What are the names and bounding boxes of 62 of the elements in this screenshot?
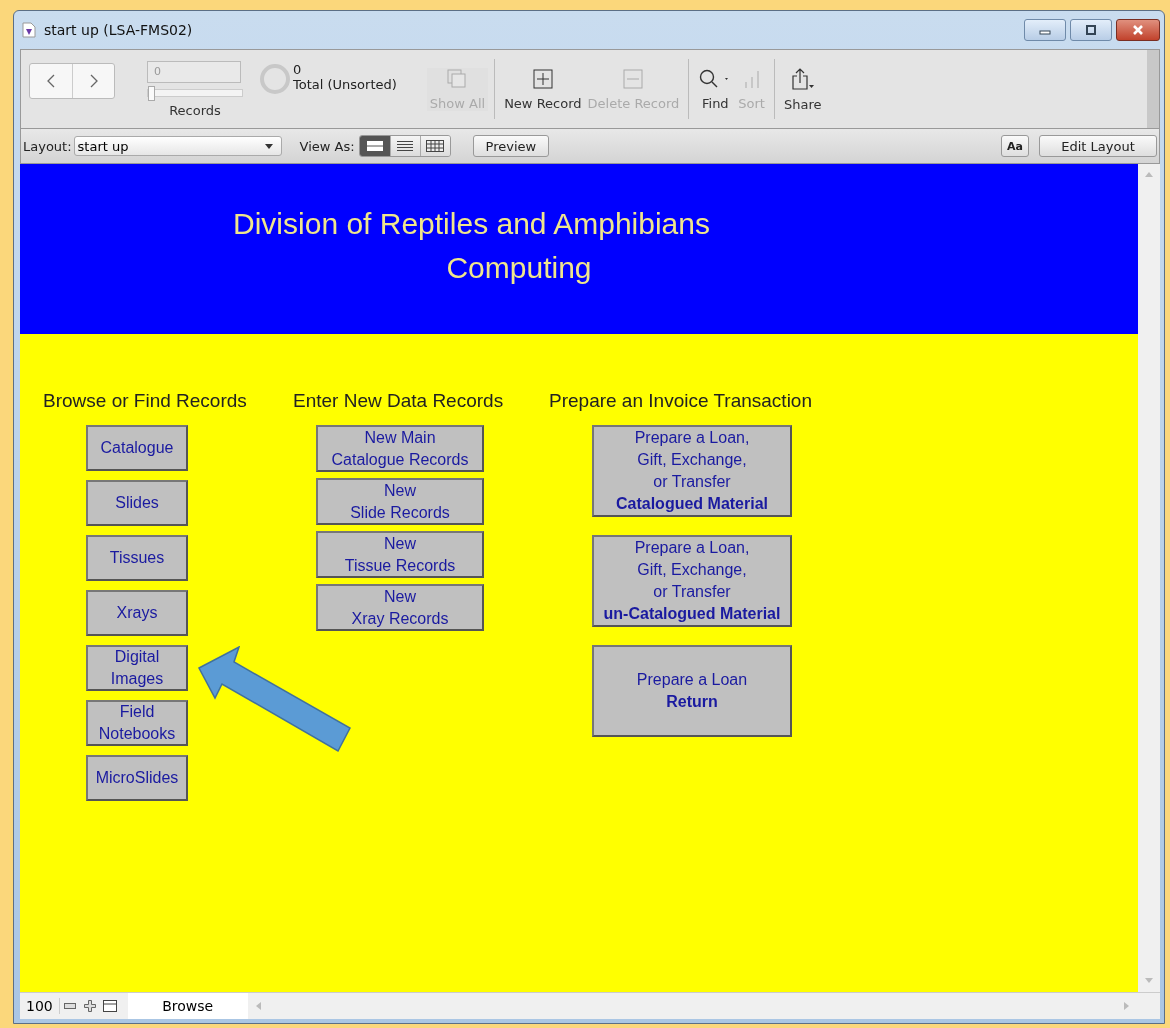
found-count: 0: [293, 62, 303, 77]
list-view-icon: [396, 140, 415, 152]
vertical-scrollbar[interactable]: [1138, 164, 1160, 992]
table-view-icon: [426, 140, 445, 152]
form-view-button[interactable]: [359, 136, 390, 156]
maximize-button[interactable]: [1070, 19, 1112, 41]
layout-button[interactable]: Prepare a Loan, Gift, Exchange, or Transfer un-Catalogued Material: [592, 535, 792, 627]
text-format-button[interactable]: Aa: [1001, 135, 1029, 157]
minus-icon: [63, 1003, 76, 1009]
banner-subtitle: Computing: [446, 250, 592, 286]
plus-icon: [83, 1000, 96, 1012]
zoom-level[interactable]: 100: [20, 998, 60, 1014]
scroll-down-icon[interactable]: [1145, 978, 1153, 984]
found-total-label: Total (Unsorted): [293, 77, 397, 92]
section-heading: Browse or Find Records: [43, 390, 248, 412]
chevron-left-icon: [46, 73, 56, 89]
window-title: start up (LSA-FMS02): [44, 22, 193, 38]
minus-square-icon: [622, 67, 645, 90]
scroll-right-icon[interactable]: [1124, 1002, 1130, 1010]
table-view-button[interactable]: [419, 136, 450, 156]
layout-button[interactable]: Prepare a Loan, Gift, Exchange, or Transfer Catalogued Material: [592, 425, 792, 517]
layout-button[interactable]: Field Notebooks: [86, 700, 188, 746]
layout-dropdown[interactable]: start up: [73, 136, 282, 156]
progress-circle-icon: [259, 63, 291, 95]
layout-button[interactable]: Digital Images: [86, 645, 188, 691]
share-button[interactable]: Share: [780, 66, 825, 112]
slider-thumb[interactable]: [148, 85, 155, 101]
section-heading: Prepare an Invoice Transaction: [549, 390, 812, 412]
share-icon: [789, 66, 816, 91]
chevron-right-icon: [88, 73, 99, 89]
mode-label[interactable]: Browse: [127, 993, 248, 1019]
layout-button[interactable]: Catalogue: [86, 425, 188, 471]
scroll-up-icon[interactable]: [1145, 172, 1153, 178]
layout-button[interactable]: Slides: [86, 480, 188, 526]
dropdown-arrow-icon: [264, 143, 273, 149]
maximize-icon: [1085, 25, 1097, 35]
scroll-left-icon[interactable]: [255, 1002, 262, 1010]
new-record-button[interactable]: New Record: [501, 67, 585, 111]
banner-title: Division of Reptiles and Amphibians: [233, 206, 710, 242]
layout-button[interactable]: Xrays: [86, 590, 188, 636]
view-as-label: View As:: [299, 138, 355, 154]
edit-layout-button[interactable]: Edit Layout: [1039, 135, 1157, 157]
close-button[interactable]: [1116, 19, 1160, 41]
find-button[interactable]: Find: [695, 67, 736, 111]
plus-square-icon: [531, 67, 554, 90]
preview-button[interactable]: Preview: [472, 135, 550, 157]
layout-button[interactable]: New Main Catalogue Records: [316, 425, 484, 472]
document-icon: [22, 22, 36, 38]
window-panel-icon: [102, 1000, 117, 1012]
layout-button[interactable]: Prepare a Loan Return: [592, 645, 792, 737]
layout-button[interactable]: New Tissue Records: [316, 531, 484, 578]
stacked-pages-icon: [446, 67, 469, 90]
layout-button[interactable]: MicroSlides: [86, 755, 188, 801]
records-label: Records: [168, 102, 222, 118]
layout-button[interactable]: New Slide Records: [316, 478, 484, 525]
section-heading: Enter New Data Records: [293, 390, 505, 412]
form-view-icon: [365, 140, 384, 152]
layout-label: Layout:: [23, 138, 72, 154]
list-view-button[interactable]: [389, 136, 420, 156]
close-icon: [1132, 24, 1144, 36]
layout-button[interactable]: New Xray Records: [316, 584, 484, 631]
layout-button[interactable]: Tissues: [86, 535, 188, 581]
